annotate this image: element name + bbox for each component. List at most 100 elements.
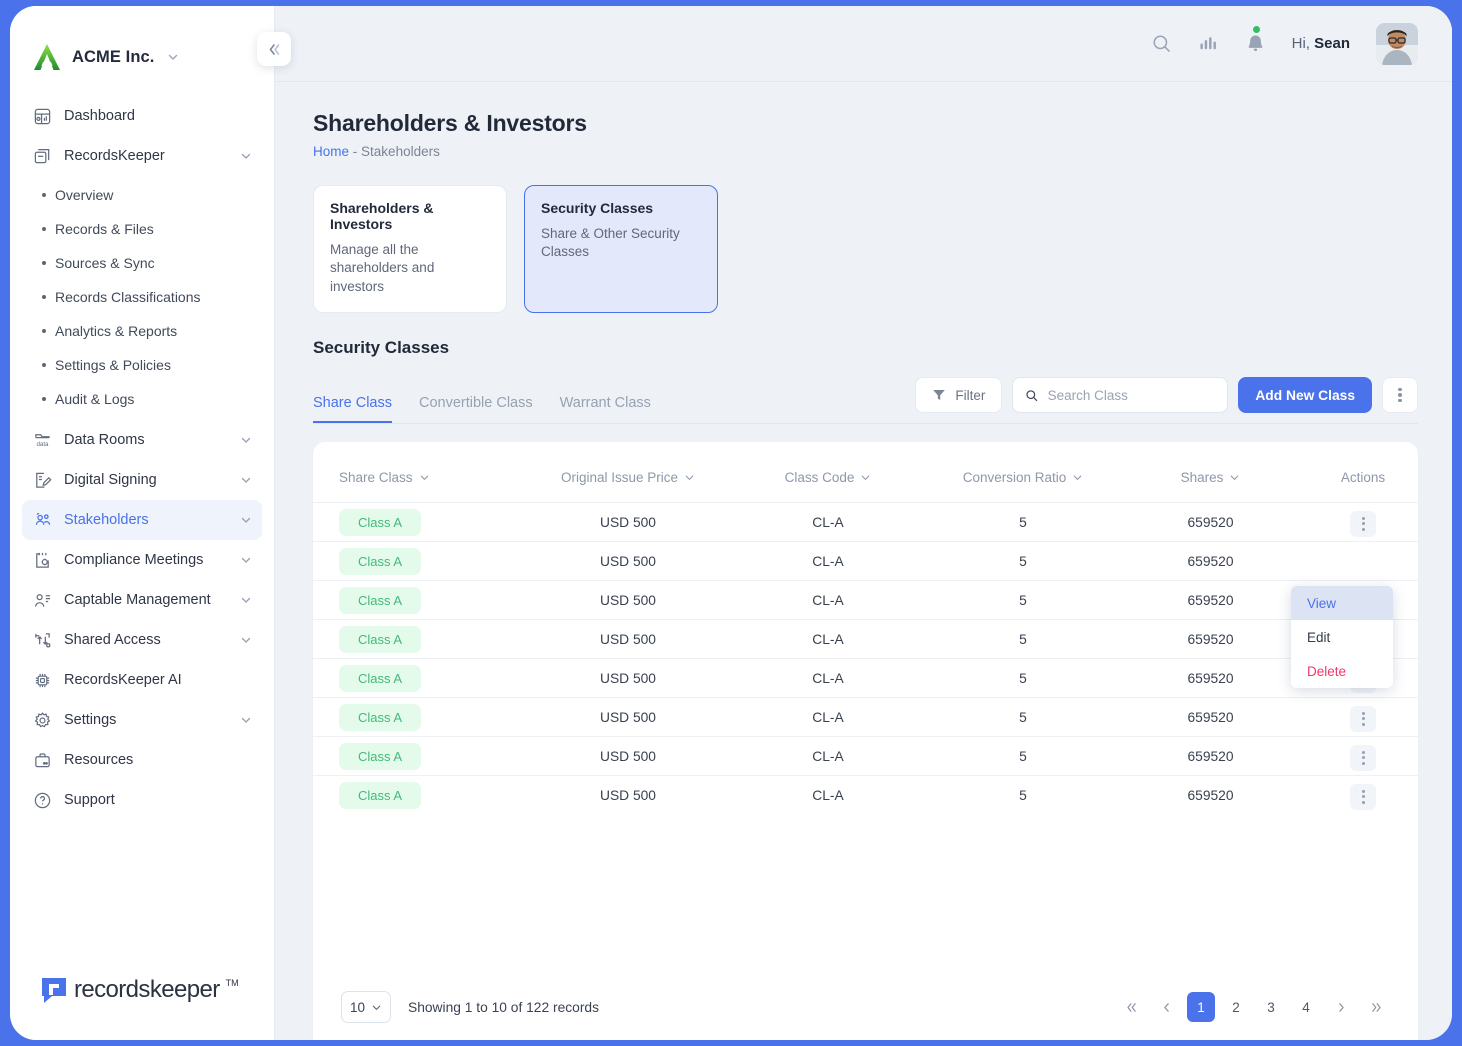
- share-class-badge: Class A: [339, 781, 422, 809]
- brand[interactable]: ACME Inc.: [10, 6, 274, 82]
- card-subtitle: Manage all the shareholders and investor…: [330, 242, 435, 294]
- pagination-page-3[interactable]: 3: [1257, 992, 1285, 1022]
- pagination-first-button[interactable]: [1117, 992, 1145, 1022]
- filter-button[interactable]: Filter: [915, 377, 1003, 414]
- breadcrumb-home[interactable]: Home: [313, 144, 349, 159]
- toolbar-more-options-button[interactable]: [1382, 377, 1418, 414]
- menu-item-delete[interactable]: Delete: [1291, 654, 1393, 688]
- search-icon[interactable]: [1151, 33, 1172, 54]
- sidebar-subitem-audit-logs[interactable]: Audit & Logs: [22, 382, 262, 416]
- column-header-shares[interactable]: Shares: [1123, 442, 1298, 503]
- table-row[interactable]: Class A USD 500 CL-A 5 659520: [313, 541, 1428, 581]
- sidebar-item-support[interactable]: Support: [22, 780, 262, 820]
- sidebar-item-label: RecordsKeeper: [64, 148, 165, 164]
- page-title: Shareholders & Investors: [313, 110, 587, 136]
- row-actions-button[interactable]: [1350, 783, 1376, 810]
- table-row[interactable]: Class A USD 500 CL-A 5 659520: [313, 580, 1428, 620]
- chevron-down-icon[interactable]: [167, 51, 179, 63]
- table-row[interactable]: Class A USD 500 CL-A 5 659520: [313, 502, 1428, 542]
- sidebar-subitem-sources-sync[interactable]: Sources & Sync: [22, 246, 262, 280]
- sidebar-item-compliance-meetings[interactable]: Compliance Meetings: [22, 540, 262, 580]
- sidebar-item-recordskeeper-ai[interactable]: RecordsKeeper AI: [22, 660, 262, 700]
- sidebar-item-data-rooms[interactable]: data Data Rooms: [22, 420, 262, 460]
- sidebar-item-settings[interactable]: Settings: [22, 700, 262, 740]
- pagination-next-button[interactable]: [1327, 992, 1355, 1022]
- sidebar-footer: recordskeeper TM: [10, 976, 274, 1040]
- column-header-share-class[interactable]: Share Class: [313, 442, 523, 503]
- cell-actions: [1298, 697, 1428, 737]
- column-header-original-issue-price[interactable]: Original Issue Price: [523, 442, 733, 503]
- chevron-down-icon[interactable]: [240, 434, 252, 446]
- chevron-down-icon[interactable]: [240, 594, 252, 606]
- sidebar-item-dashboard[interactable]: Dashboard: [22, 96, 262, 136]
- column-header-conversion-ratio[interactable]: Conversion Ratio: [923, 442, 1123, 503]
- sidebar-subitem-settings-policies[interactable]: Settings & Policies: [22, 348, 262, 382]
- bell-icon[interactable]: [1245, 26, 1266, 54]
- row-actions-button[interactable]: [1350, 744, 1376, 771]
- sidebar-subitem-label: Records & Files: [55, 221, 154, 237]
- sidebar-subitem-records-classifications[interactable]: Records Classifications: [22, 280, 262, 314]
- avatar[interactable]: [1376, 22, 1418, 65]
- sidebar-item-captable-management[interactable]: Captable Management: [22, 580, 262, 620]
- search-box[interactable]: [1012, 377, 1229, 414]
- pagination-page-4[interactable]: 4: [1292, 992, 1320, 1022]
- cell-class-code: CL-A: [733, 619, 923, 659]
- cell-share-class: Class A: [313, 502, 523, 542]
- row-actions-button[interactable]: [1350, 510, 1376, 537]
- tab-warrant-class[interactable]: Warrant Class: [560, 395, 651, 423]
- page-size-select[interactable]: 10: [341, 991, 391, 1024]
- pagination-page-2[interactable]: 2: [1222, 992, 1250, 1022]
- chevron-down-icon: [862, 475, 870, 480]
- table-row[interactable]: Class A USD 500 CL-A 5 659520: [313, 697, 1428, 737]
- sidebar-subitem-analytics-reports[interactable]: Analytics & Reports: [22, 314, 262, 348]
- chevron-down-icon[interactable]: [240, 634, 252, 646]
- menu-item-view[interactable]: View: [1291, 586, 1393, 621]
- sidebar-item-resources[interactable]: Resources: [22, 740, 262, 780]
- cell-shares: 659520: [1123, 697, 1298, 737]
- chevron-down-icon[interactable]: [240, 514, 252, 526]
- tab-share-class[interactable]: Share Class: [313, 395, 392, 424]
- chevron-down-icon[interactable]: [240, 474, 252, 486]
- sidebar-item-stakeholders[interactable]: Stakeholders: [22, 500, 262, 540]
- table-header-row: Share Class Original Issue Price Class C…: [313, 442, 1428, 503]
- sidebar-subitem-overview[interactable]: Overview: [22, 178, 262, 212]
- pagination-last-button[interactable]: [1362, 992, 1390, 1022]
- sidebar-item-shared-access[interactable]: Shared Access: [22, 620, 262, 660]
- breadcrumb-current: Stakeholders: [361, 144, 440, 159]
- svg-text:data: data: [36, 441, 49, 448]
- sidebar-item-recordskeeper[interactable]: RecordsKeeper: [22, 136, 262, 176]
- bullet-icon: [42, 193, 46, 197]
- row-actions-button[interactable]: [1350, 705, 1376, 732]
- menu-item-edit[interactable]: Edit: [1291, 620, 1393, 654]
- cell-share-class: Class A: [313, 541, 523, 581]
- chevron-down-icon[interactable]: [240, 714, 252, 726]
- table-row[interactable]: Class A USD 500 CL-A 5 659520: [313, 736, 1428, 776]
- recordskeeper-logo: recordskeeper TM: [40, 976, 274, 1004]
- kebab-dot: [1361, 789, 1365, 793]
- table-row[interactable]: Class A USD 500 CL-A 5 659520: [313, 658, 1428, 698]
- card-shareholders-investors[interactable]: Shareholders & Investors Manage all the …: [313, 185, 507, 314]
- user-greeting: Hi, Sean: [1292, 35, 1350, 52]
- sidebar-subitem-records-files[interactable]: Records & Files: [22, 212, 262, 246]
- search-input[interactable]: [1047, 387, 1216, 403]
- kebab-dot: [1361, 750, 1365, 754]
- double-chevron-left-icon: [269, 43, 279, 55]
- column-header-class-code[interactable]: Class Code: [733, 442, 923, 503]
- filter-label: Filter: [955, 387, 986, 403]
- bar-chart-icon[interactable]: [1198, 33, 1219, 54]
- chevron-down-icon[interactable]: [240, 150, 252, 162]
- table-row[interactable]: Class A USD 500 CL-A 5 659520: [313, 619, 1428, 659]
- pagination-page-1[interactable]: 1: [1187, 992, 1215, 1023]
- sidebar-item-label: Compliance Meetings: [64, 552, 204, 568]
- pagination-prev-button[interactable]: [1152, 992, 1180, 1022]
- cell-conversion-ratio: 5: [923, 775, 1123, 815]
- add-new-class-button[interactable]: Add New Class: [1238, 377, 1372, 414]
- card-security-classes[interactable]: Security Classes Share & Other Security …: [524, 185, 718, 314]
- sidebar: ACME Inc. Dashboard RecordsKeeper Overvi…: [10, 6, 291, 1040]
- table-row[interactable]: Class A USD 500 CL-A 5 659520: [313, 775, 1428, 815]
- tab-convertible-class[interactable]: Convertible Class: [419, 395, 533, 423]
- chevron-down-icon[interactable]: [240, 554, 252, 566]
- sidebar-collapse-button[interactable]: [257, 32, 291, 66]
- cell-conversion-ratio: 5: [923, 658, 1123, 698]
- sidebar-item-digital-signing[interactable]: Digital Signing: [22, 460, 262, 500]
